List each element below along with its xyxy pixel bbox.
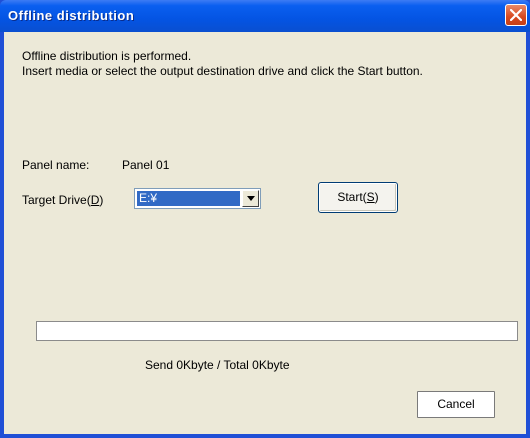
panel-name-value: Panel 01 (122, 158, 170, 172)
window-title: Offline distribution (8, 8, 135, 23)
start-button[interactable]: Start(S) (318, 182, 398, 213)
title-bar[interactable]: Offline distribution (0, 0, 530, 32)
dialog-body: Offline distribution is performed. Inser… (4, 32, 526, 434)
message-line-1: Offline distribution is performed. (22, 49, 192, 63)
start-label-text: Start( (337, 190, 367, 204)
close-icon (510, 9, 522, 21)
transfer-status: Send 0Kbyte / Total 0Kbyte (145, 358, 290, 372)
message-line-2: Insert media or select the output destin… (22, 64, 423, 78)
panel-name-label: Panel name: (22, 158, 90, 172)
cancel-button[interactable]: Cancel (417, 391, 495, 418)
target-drive-select[interactable]: E:¥ (134, 188, 261, 209)
target-drive-label-text: Target Drive( (22, 193, 91, 207)
close-button[interactable] (505, 4, 527, 26)
target-drive-label: Target Drive(D) (22, 193, 103, 207)
target-drive-label-suffix: ) (99, 193, 104, 207)
dropdown-button[interactable] (242, 190, 259, 207)
start-mnemonic: S (366, 190, 375, 204)
offline-distribution-window: Offline distribution Offline distributio… (0, 0, 530, 438)
start-label-suffix: ) (374, 190, 379, 204)
target-drive-selected-value: E:¥ (137, 191, 240, 206)
progress-bar (36, 321, 518, 341)
chevron-down-icon (247, 196, 255, 201)
